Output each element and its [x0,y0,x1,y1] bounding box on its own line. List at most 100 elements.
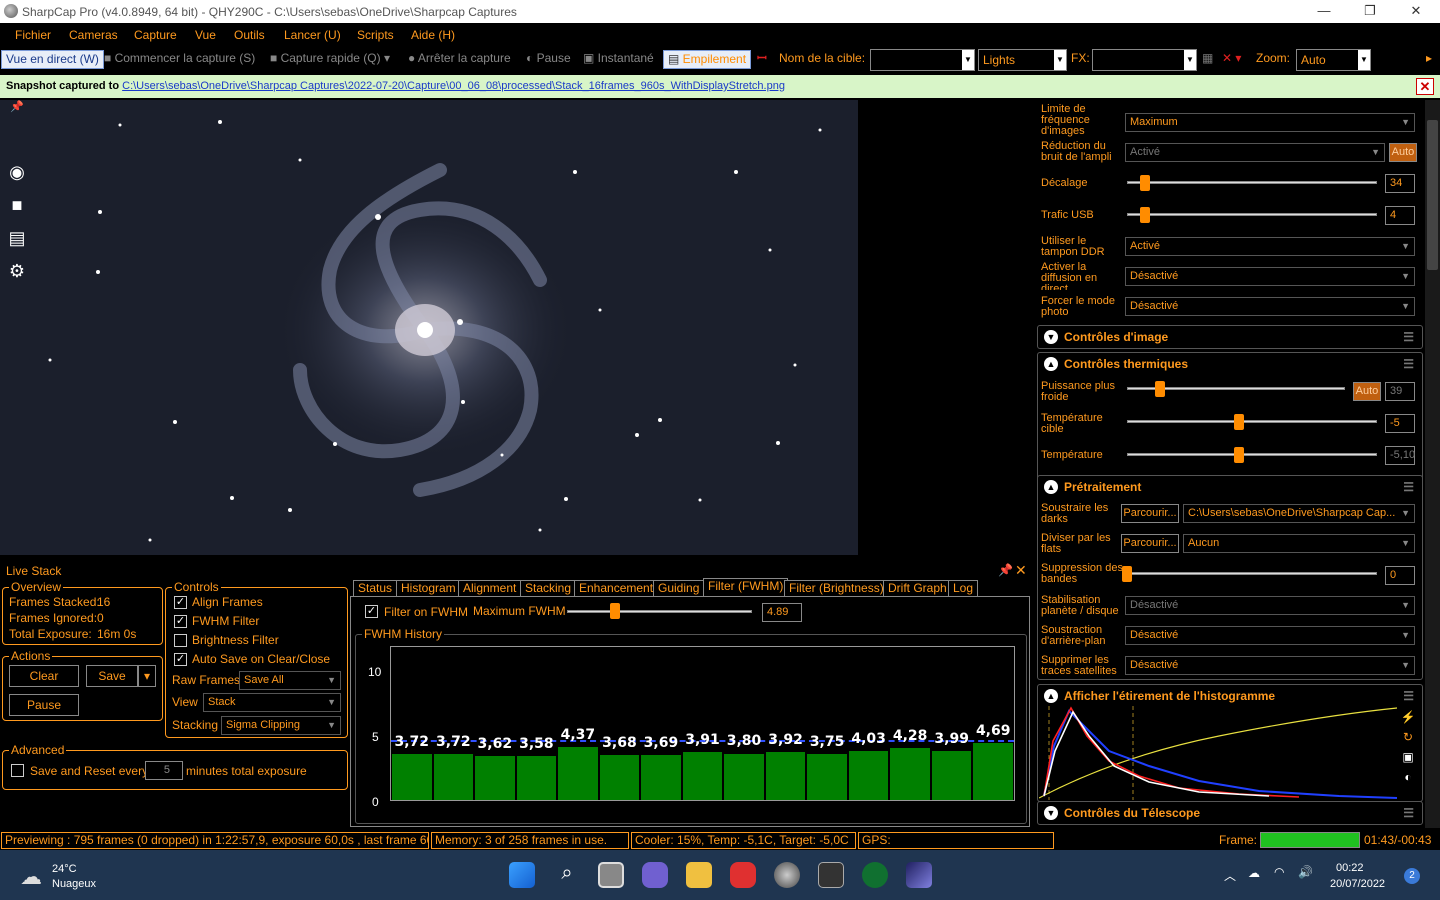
histogram-plot[interactable] [1039,706,1399,800]
usb-traffic-slider-thumb[interactable] [1140,207,1150,223]
stop-capture-button[interactable]: ● Arrêter la capture [408,50,511,69]
target-temp-input[interactable]: -5 [1385,414,1415,433]
chat-icon[interactable] [642,862,668,888]
menu-icon[interactable]: ☰ [1403,685,1414,707]
contrast-icon[interactable]: ◐ [1399,770,1417,790]
pin-icon[interactable]: 📌 [5,100,29,122]
lightning-icon[interactable]: ⚡ [1399,710,1417,730]
target-temp-slider-thumb[interactable] [1234,414,1244,430]
phd2-icon[interactable] [862,862,888,888]
search-icon[interactable]: ⌕ [554,862,580,888]
snapshot-path-link[interactable]: C:\Users\sebas\OneDrive\Sharpcap Capture… [122,80,785,92]
astro-app-icon[interactable] [818,862,844,888]
browse-darks-button[interactable]: Parcourir... [1121,504,1179,523]
offset-slider[interactable] [1127,181,1377,184]
close-icon[interactable]: ✕ [1416,78,1434,95]
quick-capture-button[interactable]: ■ Capture rapide (Q) ▾ [270,50,390,69]
cooler-power-slider-thumb[interactable] [1155,381,1165,397]
stacking-select[interactable]: Sigma Clipping ▼ [221,716,341,735]
snapshot-button[interactable]: ▣ Instantané [583,50,654,69]
raw-frames-select[interactable]: Save All ▼ [239,671,341,690]
image-view[interactable] [0,100,860,555]
save-reset-checkbox[interactable] [11,764,24,777]
task-view-icon[interactable] [598,862,624,888]
tab-guiding[interactable]: Guiding [653,580,705,597]
tab-drift-graph[interactable]: Drift Graph [883,580,952,597]
file-explorer-icon[interactable] [686,862,712,888]
tab-filter-fwhm[interactable]: Filter (FWHM) [703,578,789,597]
menu-lancer[interactable]: Lancer (U) [284,28,341,42]
offset-input[interactable]: 34 [1385,174,1415,193]
auto-save-checkbox[interactable]: ✓ [174,653,187,666]
target-temp-slider[interactable] [1127,420,1377,423]
stellarium-icon[interactable] [906,862,932,888]
filter-on-fwhm-checkbox[interactable]: ✓ [365,605,378,618]
gallery-icon[interactable]: ▤ [5,228,29,250]
live-view-button[interactable]: Vue en direct (W) [1,50,104,69]
frame-type-select[interactable]: Lights ▼ [978,49,1067,71]
section-image-controls[interactable]: ▼ Contrôles d'image ☰ [1037,325,1423,349]
align-frames-checkbox[interactable]: ✓ [174,596,187,609]
volume-icon[interactable]: 🔊 [1298,865,1313,879]
menu-fichier[interactable]: Fichier [15,28,51,42]
tab-histogram[interactable]: Histogram [396,580,461,597]
pin-icon[interactable]: 📌 [998,563,1013,577]
tab-log[interactable]: Log [948,580,979,597]
usb-traffic-slider[interactable] [1127,213,1377,216]
ddr-buffer-select[interactable]: Activé ▼ [1125,237,1415,256]
close-icon[interactable]: ✕ [1015,562,1027,579]
video-camera-icon[interactable]: ■ [5,195,29,217]
maximize-button[interactable]: ❐ [1360,3,1380,19]
target-name-input[interactable]: ▼ [870,49,975,71]
save-reset-stepper[interactable]: 5 [145,761,183,780]
frame-rate-limit-select[interactable]: Maximum ▼ [1125,113,1415,132]
brightness-filter-checkbox[interactable] [174,634,187,647]
vivaldi-icon[interactable] [730,862,756,888]
clock-date[interactable]: 20/07/2022 [1330,878,1385,890]
menu-scripts[interactable]: Scripts [357,28,394,42]
background-sub-select[interactable]: Désactivé ▼ [1125,626,1415,645]
darks-select[interactable]: C:\Users\sebas\OneDrive\Sharpcap Cap... ▼ [1183,504,1415,523]
stabilization-select[interactable]: Désactivé ▼ [1125,596,1415,615]
onedrive-icon[interactable]: ☁ [1248,866,1260,880]
save-icon[interactable]: ▣ [1399,750,1417,770]
max-fwhm-slider-thumb[interactable] [610,603,620,619]
camera-icon[interactable]: ◉ [5,162,29,184]
chevron-up-icon[interactable]: ▲ [1044,480,1058,494]
fx-select[interactable]: ▼ [1092,49,1197,71]
offset-slider-thumb[interactable] [1140,175,1150,191]
amp-noise-select[interactable]: Activé ▼ [1125,143,1385,162]
tab-enhancement[interactable]: Enhancement [574,580,659,597]
minimize-button[interactable]: — [1314,3,1334,18]
banding-slider[interactable] [1127,572,1377,575]
menu-vue[interactable]: Vue [195,28,216,42]
chevron-up-icon[interactable]: ︿ [1224,867,1236,884]
crosshair-icon[interactable]: ✕ ▾ [1222,50,1241,69]
tab-alignment[interactable]: Alignment [458,580,522,597]
tab-filter-brightness[interactable]: Filter (Brightness) [784,580,889,597]
usb-traffic-input[interactable]: 4 [1385,206,1415,225]
cooler-auto-button[interactable]: Auto [1353,382,1381,401]
clock-time[interactable]: 00:22 [1336,862,1364,874]
tab-status[interactable]: Status [353,580,398,597]
windows-start-icon[interactable] [509,862,535,888]
reset-icon[interactable]: ↻ [1399,730,1417,750]
menu-icon[interactable]: ☰ [1403,476,1414,498]
max-fwhm-input[interactable]: 4.89 [762,603,802,622]
scrollbar-thumb[interactable] [1427,120,1438,270]
banding-input[interactable]: 0 [1385,566,1415,585]
chevron-up-icon[interactable]: ▲ [1044,357,1058,371]
wifi-icon[interactable]: ◠ [1274,865,1284,879]
menu-cameras[interactable]: Cameras [69,28,118,42]
menu-capture[interactable]: Capture [134,28,177,42]
max-fwhm-slider[interactable] [567,610,752,613]
cooler-power-input[interactable]: 39 [1385,382,1415,401]
menu-icon[interactable]: ☰ [1403,353,1414,375]
live-stream-select[interactable]: Désactivé ▼ [1125,267,1415,286]
stacking-button[interactable]: ▤ Empilement [663,50,752,69]
clear-button[interactable]: Clear [9,665,79,687]
browse-flats-button[interactable]: Parcourir... [1121,534,1179,553]
tab-stacking[interactable]: Stacking [520,580,577,597]
amp-noise-auto-button[interactable]: Auto [1389,143,1417,162]
chevron-down-icon[interactable]: ▾ [138,665,156,687]
